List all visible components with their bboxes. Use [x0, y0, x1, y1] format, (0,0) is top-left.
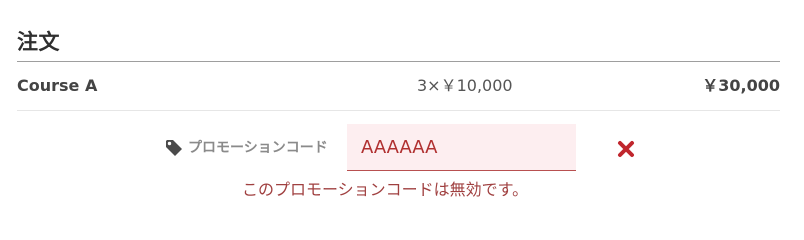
promo-code-label-group: プロモーションコード	[164, 136, 328, 160]
tag-icon	[164, 138, 184, 158]
order-title: 注文	[17, 30, 60, 54]
promo-code-label: プロモーションコード	[188, 140, 328, 156]
course-name: Course A	[17, 76, 98, 95]
order-line-item: Course A 3×￥10,000 ￥30,000	[17, 62, 780, 111]
quantity-price: 3×￥10,000	[417, 76, 513, 95]
order-panel: 注文 Course A 3×￥10,000 ￥30,000 プロモーションコード…	[17, 0, 780, 227]
promo-code-row: プロモーションコード	[17, 124, 780, 172]
close-icon[interactable]	[617, 140, 635, 158]
promo-code-error-message: このプロモーションコードは無効です。	[242, 180, 529, 199]
line-total: ￥30,000	[702, 76, 780, 95]
promo-code-input[interactable]	[347, 124, 576, 171]
